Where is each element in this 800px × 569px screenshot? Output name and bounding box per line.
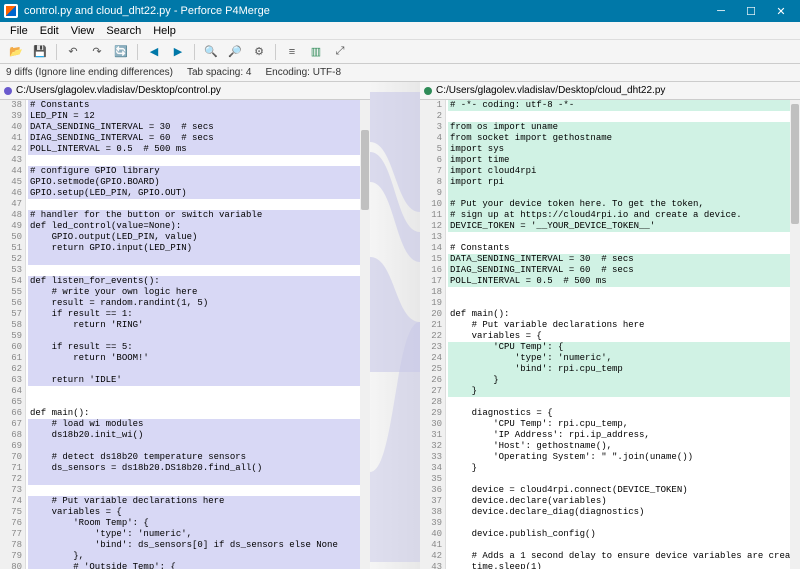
menubar: File Edit View Search Help xyxy=(0,22,800,40)
replace-icon[interactable]: 🔎 xyxy=(225,42,245,62)
right-code-area[interactable]: 1234567891011121314151617181920212223242… xyxy=(420,100,800,569)
refresh-icon[interactable]: 🔄 xyxy=(111,42,131,62)
left-lines: # ConstantsLED_PIN = 12DATA_SENDING_INTE… xyxy=(28,100,370,569)
settings-icon[interactable]: ⚙ xyxy=(249,42,269,62)
open-icon[interactable]: 📂 xyxy=(6,42,26,62)
minimize-button[interactable]: ─ xyxy=(706,0,736,22)
right-dot-icon xyxy=(424,87,432,95)
encoding: Encoding: UTF-8 xyxy=(265,67,341,78)
right-gutter: 1234567891011121314151617181920212223242… xyxy=(420,100,446,569)
close-button[interactable]: ✕ xyxy=(766,0,796,22)
left-gutter: 3839404142434445464748495051525354555657… xyxy=(0,100,26,569)
menu-file[interactable]: File xyxy=(4,23,34,39)
separator xyxy=(56,44,57,60)
expand-icon[interactable]: ⤢ xyxy=(330,42,350,62)
menu-help[interactable]: Help xyxy=(147,23,182,39)
right-pane: C:/Users/glagolev.vladislav/Desktop/clou… xyxy=(420,82,800,569)
separator xyxy=(275,44,276,60)
maximize-button[interactable]: ☐ xyxy=(736,0,766,22)
left-scrollbar[interactable] xyxy=(360,100,370,569)
right-lines: # -*- coding: utf-8 -*-from os import un… xyxy=(448,100,800,569)
menu-search[interactable]: Search xyxy=(100,23,147,39)
left-dot-icon xyxy=(4,87,12,95)
diff-panes: C:/Users/glagolev.vladislav/Desktop/cont… xyxy=(0,82,800,569)
left-pane: C:/Users/glagolev.vladislav/Desktop/cont… xyxy=(0,82,370,569)
left-code-area[interactable]: 3839404142434445464748495051525354555657… xyxy=(0,100,370,569)
redo-icon[interactable]: ↷ xyxy=(87,42,107,62)
menu-view[interactable]: View xyxy=(65,23,101,39)
next-diff-icon[interactable]: ▶ xyxy=(168,42,188,62)
separator xyxy=(194,44,195,60)
separator xyxy=(137,44,138,60)
toolbar: 📂 💾 ↶ ↷ 🔄 ◀ ▶ 🔍 🔎 ⚙ ≡ ▥ ⤢ xyxy=(0,40,800,64)
diff-connector xyxy=(370,82,420,569)
prev-diff-icon[interactable]: ◀ xyxy=(144,42,164,62)
list-view-icon[interactable]: ≡ xyxy=(282,42,302,62)
split-view-icon[interactable]: ▥ xyxy=(306,42,326,62)
tab-spacing: Tab spacing: 4 xyxy=(187,67,252,78)
right-file-path: C:/Users/glagolev.vladislav/Desktop/clou… xyxy=(436,85,665,96)
statusbar: 9 diffs (Ignore line ending differences)… xyxy=(0,64,800,82)
find-icon[interactable]: 🔍 xyxy=(201,42,221,62)
left-pane-header: C:/Users/glagolev.vladislav/Desktop/cont… xyxy=(0,82,370,100)
menu-edit[interactable]: Edit xyxy=(34,23,65,39)
left-file-path: C:/Users/glagolev.vladislav/Desktop/cont… xyxy=(16,85,221,96)
diff-count: 9 diffs (Ignore line ending differences) xyxy=(6,67,173,78)
undo-icon[interactable]: ↶ xyxy=(63,42,83,62)
app-icon xyxy=(4,4,18,18)
titlebar: control.py and cloud_dht22.py - Perforce… xyxy=(0,0,800,22)
window-title: control.py and cloud_dht22.py - Perforce… xyxy=(24,5,706,17)
save-icon[interactable]: 💾 xyxy=(30,42,50,62)
right-scrollbar[interactable] xyxy=(790,100,800,569)
right-pane-header: C:/Users/glagolev.vladislav/Desktop/clou… xyxy=(420,82,800,100)
